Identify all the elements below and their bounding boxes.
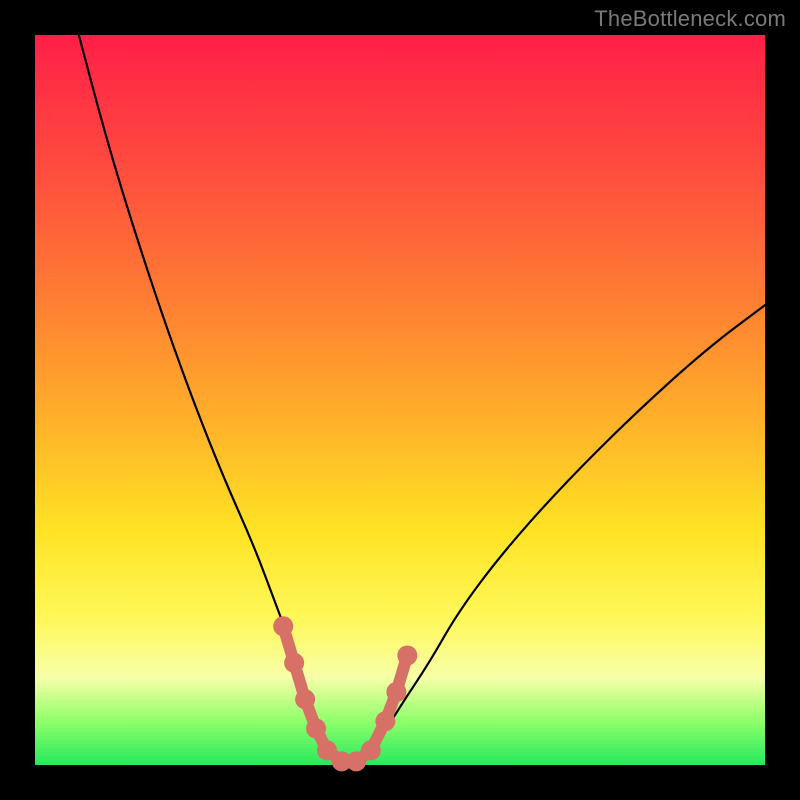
- curve-layer: [35, 35, 765, 765]
- marker-dot: [306, 719, 326, 739]
- marker-dot: [273, 616, 293, 636]
- marker-dot: [397, 646, 417, 666]
- chart-frame: TheBottleneck.com: [0, 0, 800, 800]
- marker-dot: [284, 653, 304, 673]
- watermark-text: TheBottleneck.com: [594, 6, 786, 32]
- marker-dot: [361, 740, 381, 760]
- plot-area: [35, 35, 765, 765]
- bottleneck-curve: [79, 35, 765, 765]
- marker-dot: [386, 682, 406, 702]
- marker-dot: [375, 711, 395, 731]
- highlight-markers: [273, 616, 417, 771]
- marker-dot: [295, 689, 315, 709]
